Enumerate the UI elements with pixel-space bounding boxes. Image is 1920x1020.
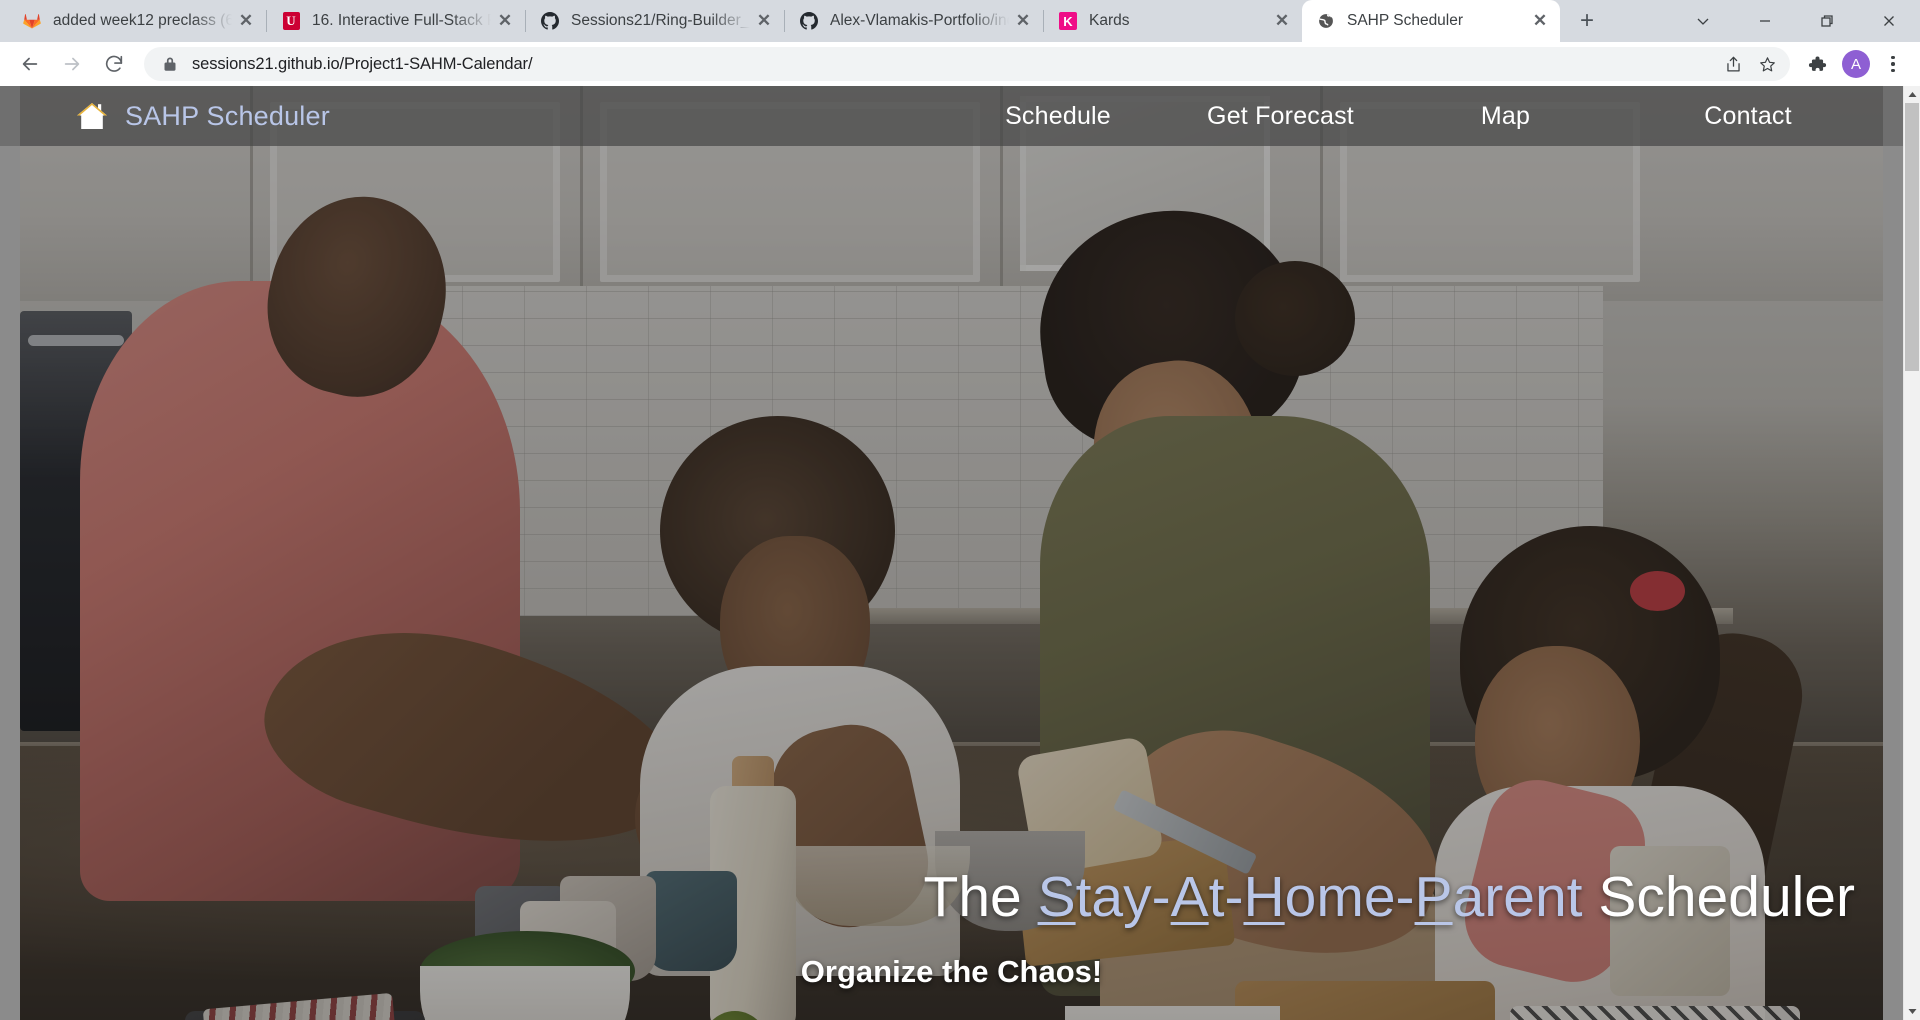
tab-close-button[interactable]: ✕ xyxy=(750,7,778,35)
address-bar[interactable]: sessions21.github.io/Project1-SAHM-Calen… xyxy=(144,47,1790,81)
hero-subheadline: Organize the Chaos! xyxy=(800,954,1103,989)
page-gutter-left xyxy=(0,86,20,1020)
star-icon[interactable] xyxy=(1750,47,1784,81)
accent-rest-h: ome- xyxy=(1284,865,1415,930)
nav-item-contact[interactable]: Contact xyxy=(1613,102,1883,131)
reload-icon[interactable] xyxy=(94,44,134,84)
tab-title: SAHP Scheduler xyxy=(1347,12,1464,29)
url-text[interactable]: sessions21.github.io/Project1-SAHM-Calen… xyxy=(192,55,1716,74)
caret-up-icon[interactable] xyxy=(1904,86,1920,103)
browser-toolbar: sessions21.github.io/Project1-SAHM-Calen… xyxy=(0,42,1920,86)
hero-headline-wrap: The Stay-At-Home-Parent Scheduler xyxy=(20,865,1883,930)
brand-title: SAHP Scheduler xyxy=(125,100,330,131)
tab-title: Alex-Vlamakis-Portfolio/ind xyxy=(830,12,1009,29)
globe-icon xyxy=(1316,11,1336,31)
page-gutter-right xyxy=(1883,86,1903,1020)
headline-accent: Stay-At-Home-Parent xyxy=(1038,865,1583,929)
tab-close-button[interactable]: ✕ xyxy=(1268,7,1296,35)
nav-item-schedule[interactable]: Schedule xyxy=(953,102,1163,131)
nav-label: Map xyxy=(1480,101,1531,130)
scrollbar-thumb[interactable] xyxy=(1905,103,1919,371)
house-icon xyxy=(75,100,109,132)
hero-section: SAHP Scheduler Schedule Get Forecast Map… xyxy=(20,86,1883,1020)
vertical-scrollbar[interactable] xyxy=(1903,86,1920,1020)
github-icon xyxy=(540,11,560,31)
browser-tab-utah[interactable]: U 16. Interactive Full-Stack Pro ✕ xyxy=(267,0,525,42)
tab-title: added week12 preclass (6b3 xyxy=(53,12,232,29)
tab-close-button[interactable]: ✕ xyxy=(1526,7,1554,35)
nav-item-map[interactable]: Map xyxy=(1398,102,1613,131)
accent-letter-a: A xyxy=(1170,865,1209,930)
gitlab-icon xyxy=(22,11,42,31)
back-arrow-icon[interactable] xyxy=(10,44,50,84)
accent-rest-a: t- xyxy=(1208,865,1244,930)
restore-icon[interactable] xyxy=(1796,0,1858,42)
profile-avatar[interactable]: A xyxy=(1842,50,1870,78)
accent-letter-p: P xyxy=(1414,865,1453,930)
nav-item-get-forecast[interactable]: Get Forecast xyxy=(1163,102,1398,131)
chevron-down-icon[interactable] xyxy=(1672,0,1734,42)
browser-tab-gitlab[interactable]: added week12 preclass (6b3 ✕ xyxy=(8,0,266,42)
tab-close-button[interactable]: ✕ xyxy=(491,7,519,35)
scrollbar-track[interactable] xyxy=(1904,103,1920,1003)
forward-arrow-icon[interactable] xyxy=(52,44,92,84)
tab-close-button[interactable]: ✕ xyxy=(232,7,260,35)
browser-window: added week12 preclass (6b3 ✕ U 16. Inter… xyxy=(0,0,1920,1020)
minimize-icon[interactable] xyxy=(1734,0,1796,42)
tab-title: 16. Interactive Full-Stack Pro xyxy=(312,12,491,29)
accent-rest-p: arent xyxy=(1452,865,1583,930)
tab-close-button[interactable]: ✕ xyxy=(1009,7,1037,35)
kards-k-icon: K xyxy=(1058,11,1078,31)
tab-strip: added week12 preclass (6b3 ✕ U 16. Inter… xyxy=(0,0,1920,42)
share-icon[interactable] xyxy=(1716,47,1750,81)
lock-icon[interactable] xyxy=(160,54,180,74)
nav-label: Schedule xyxy=(1005,101,1111,130)
caret-down-icon[interactable] xyxy=(1904,1003,1920,1020)
nav-label: Get Forecast xyxy=(1207,101,1354,130)
headline-suffix: Scheduler xyxy=(1582,865,1855,930)
tab-title: Kards xyxy=(1089,12,1130,29)
browser-tab-ring-builder[interactable]: Sessions21/Ring-Builder_Pro ✕ xyxy=(526,0,784,42)
hero-headline: The Stay-At-Home-Parent Scheduler xyxy=(20,865,1883,930)
nav-label: Contact xyxy=(1704,101,1792,130)
close-icon[interactable] xyxy=(1858,0,1920,42)
page-viewport: SAHP Scheduler Schedule Get Forecast Map… xyxy=(0,86,1920,1020)
browser-tab-kards[interactable]: K Kards ✕ xyxy=(1044,0,1302,42)
site-nav-links: Schedule Get Forecast Map Contact xyxy=(953,102,1883,131)
brand-home-link[interactable]: SAHP Scheduler xyxy=(75,100,330,132)
accent-letter-s: S xyxy=(1037,865,1076,930)
site-navbar: SAHP Scheduler Schedule Get Forecast Map… xyxy=(20,86,1883,146)
utah-u-icon: U xyxy=(281,11,301,31)
new-tab-button[interactable]: + xyxy=(1568,2,1606,40)
accent-letter-h: H xyxy=(1243,865,1285,930)
browser-tab-sahp-scheduler[interactable]: SAHP Scheduler ✕ xyxy=(1302,0,1560,42)
omnibox-actions xyxy=(1716,47,1784,81)
kebab-menu-icon[interactable] xyxy=(1876,44,1910,84)
puzzle-piece-icon[interactable] xyxy=(1798,44,1836,84)
headline-prefix: The xyxy=(923,865,1038,930)
window-controls xyxy=(1672,0,1920,42)
accent-rest-s: tay- xyxy=(1075,865,1171,930)
browser-tab-portfolio[interactable]: Alex-Vlamakis-Portfolio/ind ✕ xyxy=(785,0,1043,42)
tab-title: Sessions21/Ring-Builder_Pro xyxy=(571,12,750,29)
github-icon xyxy=(799,11,819,31)
